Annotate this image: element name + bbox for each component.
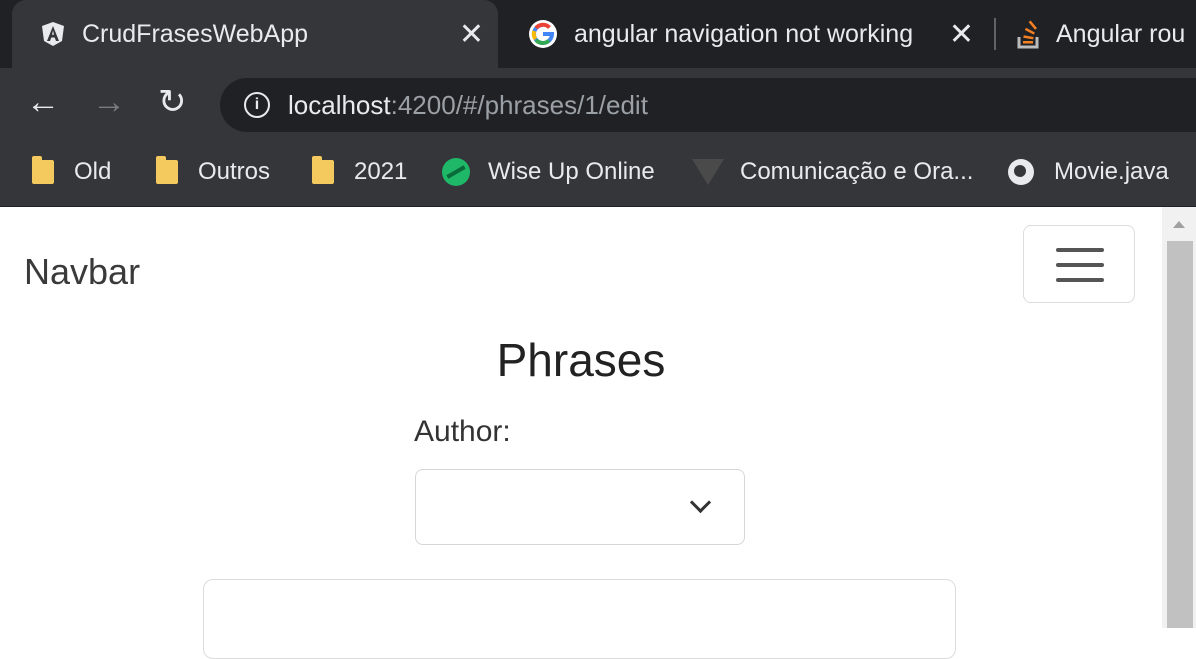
scrollbar-thumb[interactable] [1167, 241, 1193, 628]
stackoverflow-icon [1017, 20, 1039, 49]
author-select[interactable] [415, 469, 745, 545]
tab-crudfrases[interactable]: CrudFrasesWebApp ✕ [12, 0, 498, 68]
wiseup-icon [442, 158, 470, 186]
angular-icon [42, 22, 64, 46]
bookmark-label: Wise Up Online [488, 158, 655, 185]
tab-title: CrudFrasesWebApp [82, 19, 309, 48]
page-content: Navbar Phrases Author: [0, 207, 1162, 659]
bookmark-wise-up-online[interactable]: Wise Up Online [442, 140, 655, 204]
address-bar[interactable]: i localhost:4200/#/phrases/1/edit [220, 78, 1196, 132]
bookmark-label: Movie.java [1054, 158, 1169, 185]
forward-arrow-icon[interactable]: → [92, 85, 126, 119]
author-label: Author: [414, 415, 511, 448]
bookmark-comunicacao[interactable]: Comunicação e Ora... [692, 140, 973, 204]
bookmarks-bar: Old Outros 2021 Wise Up Online Comunicaç… [0, 140, 1196, 207]
tab-angular-routing[interactable]: Angular rou [1000, 0, 1196, 68]
page-title: Phrases [496, 334, 666, 386]
url-host: localhost [288, 90, 391, 120]
vertical-scrollbar[interactable] [1162, 207, 1196, 628]
tab-title: Angular rou [1056, 19, 1186, 48]
tab-title: angular navigation not working w [574, 19, 919, 48]
phrase-card [203, 579, 956, 659]
scroll-up-arrow-icon[interactable] [1173, 221, 1185, 228]
reload-icon[interactable]: ↻ [158, 85, 187, 119]
bookmark-label: Comunicação e Ora... [740, 158, 974, 185]
hamburger-icon [1056, 248, 1104, 252]
close-tab-icon[interactable]: ✕ [949, 17, 974, 52]
info-icon[interactable]: i [244, 92, 270, 118]
bookmark-outros[interactable]: Outros [156, 140, 270, 204]
folder-icon [312, 156, 334, 184]
close-tab-icon[interactable]: ✕ [459, 17, 484, 52]
url-text[interactable]: localhost:4200/#/phrases/1/edit [288, 90, 648, 121]
bookmark-label: Outros [198, 158, 271, 185]
tab-google-search[interactable]: angular navigation not working w ✕ [512, 0, 992, 68]
globe-icon [1008, 159, 1034, 185]
triangle-icon [692, 159, 724, 185]
navbar-brand[interactable]: Navbar [24, 251, 140, 293]
folder-icon [32, 156, 54, 184]
back-arrow-icon[interactable]: ← [26, 85, 60, 119]
bookmark-movie-java[interactable]: Movie.java [1008, 140, 1169, 204]
folder-icon [156, 156, 178, 184]
url-path: :4200/#/phrases/1/edit [390, 90, 648, 120]
navbar-toggler-button[interactable] [1023, 225, 1135, 303]
bookmark-label: Old [74, 158, 112, 185]
tab-separator [994, 18, 996, 50]
browser-toolbar: ← → ↻ i localhost:4200/#/phrases/1/edit [0, 68, 1196, 140]
bookmark-2021[interactable]: 2021 [312, 140, 407, 204]
chevron-down-icon [689, 491, 712, 514]
hamburger-icon [1056, 278, 1104, 282]
google-icon [529, 20, 557, 48]
tab-strip: CrudFrasesWebApp ✕ angular navigation no… [0, 0, 1196, 68]
bookmark-label: 2021 [354, 158, 408, 185]
hamburger-icon [1056, 263, 1104, 267]
bookmark-old[interactable]: Old [32, 140, 111, 204]
